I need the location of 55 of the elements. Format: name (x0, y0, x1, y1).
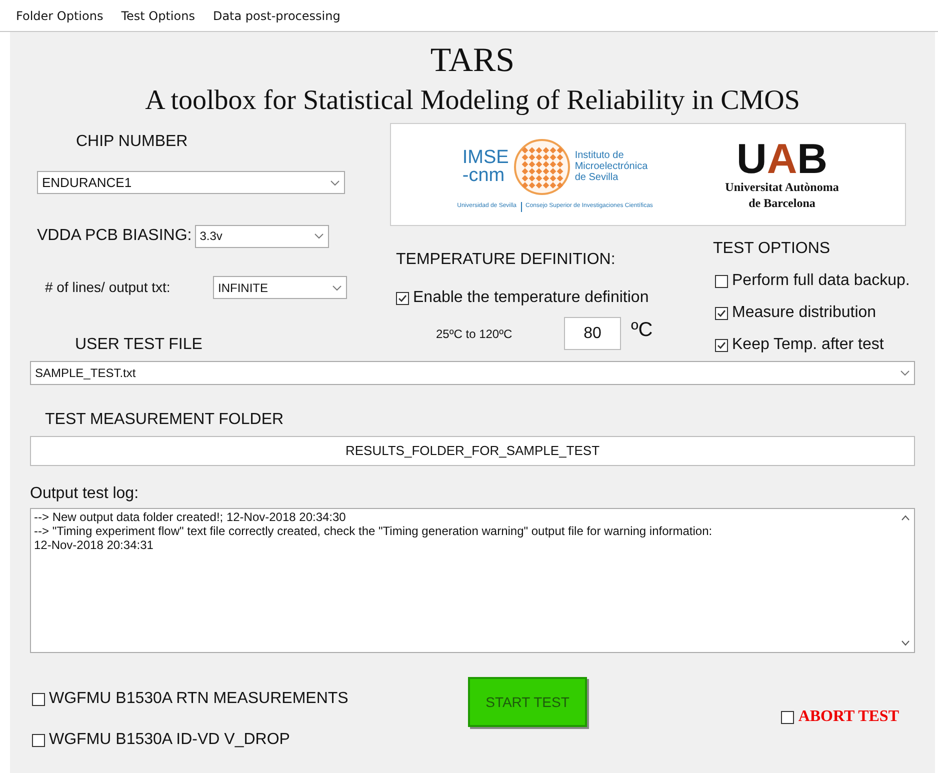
chevron-down-icon (330, 180, 340, 186)
checkbox[interactable] (32, 692, 45, 706)
field-label: # of lines/ output txt: (45, 278, 172, 297)
dropdown[interactable]: INFINITE (213, 276, 347, 299)
checkbox-label: Perform full data backup. (732, 271, 910, 291)
logo-letter: U (736, 138, 767, 178)
logo-text: de Sevilla (574, 172, 620, 183)
checked-checkbox[interactable] (396, 292, 409, 304)
logo-text: -cnm (462, 166, 506, 184)
section-heading: TEMPERATURE DEFINITION: (396, 250, 616, 270)
checked-checkbox[interactable] (715, 338, 728, 352)
field-label: TEST MEASUREMENT FOLDER (45, 410, 285, 430)
log-line: 12-Nov-2018 20:34:31 (34, 538, 154, 552)
chevron-up-icon[interactable] (901, 515, 910, 521)
checkbox[interactable] (32, 734, 45, 746)
checkbox-label: Keep Temp. after test (732, 335, 884, 355)
dropdown[interactable]: ENDURANCE1 (37, 171, 345, 194)
log-label: Output test log: (30, 484, 140, 504)
logo-letter: B (797, 138, 828, 178)
range-text: 25ºC to 120ºC (436, 326, 514, 342)
app-title: TARS (429, 42, 516, 80)
log-line: --> "Timing experiment flow" text file correctly created, check the "Timing generation warning" output file for warning information: (34, 524, 714, 538)
chevron-down-icon (332, 284, 342, 290)
checked-checkbox[interactable] (715, 306, 728, 320)
chevron-down-icon (314, 233, 324, 239)
checkbox[interactable] (781, 710, 794, 724)
checkbox-label: Measure distribution (732, 303, 876, 323)
checkbox-label: WGFMU B1530A ID-VD V_DROP (49, 730, 290, 750)
menu-item[interactable]: Folder Options (16, 6, 104, 24)
menu-item[interactable]: Test Options (121, 6, 195, 24)
temperature-field[interactable]: 80 (564, 317, 621, 350)
app-subtitle: A toolbox for Statistical Modeling of Reliability in CMOS (144, 84, 801, 118)
checkbox[interactable] (715, 274, 728, 288)
logo-text: Microelectrónica (574, 161, 648, 172)
logo-text: de Barcelona (748, 194, 816, 210)
checkbox-label: Enable the temperature definition (413, 288, 649, 308)
checkbox-label: ABORT TEST (798, 707, 899, 727)
dropdown[interactable]: SAMPLE_TEST.txt (30, 361, 915, 385)
chevron-down-icon[interactable] (901, 640, 910, 646)
dropdown[interactable]: 3.3v (194, 224, 329, 248)
logo-text: Universitat Autònoma (725, 178, 839, 194)
dotted-circle-icon (512, 138, 571, 196)
field-label: VDDA PCB BIASING: (37, 226, 192, 246)
chevron-down-icon (900, 370, 910, 376)
logo-letter: A (766, 138, 798, 178)
checkbox-label: WGFMU B1530A RTN MEASUREMENTS (49, 689, 348, 709)
logo-text: Instituto de (574, 150, 625, 161)
field-label: USER TEST FILE (75, 335, 204, 355)
section-heading: TEST OPTIONS (713, 239, 832, 259)
menu-item[interactable]: Data post-processing (212, 6, 340, 24)
field-label: CHIP NUMBER (76, 132, 189, 152)
logo-text: IMSE (462, 148, 509, 166)
log-line: --> New output data folder created!; 12-Nov-2018 20:34:30 (34, 510, 347, 524)
unit-text: ºC (631, 318, 653, 342)
folder-field[interactable]: RESULTS_FOLDER_FOR_SAMPLE_TEST (30, 436, 915, 466)
